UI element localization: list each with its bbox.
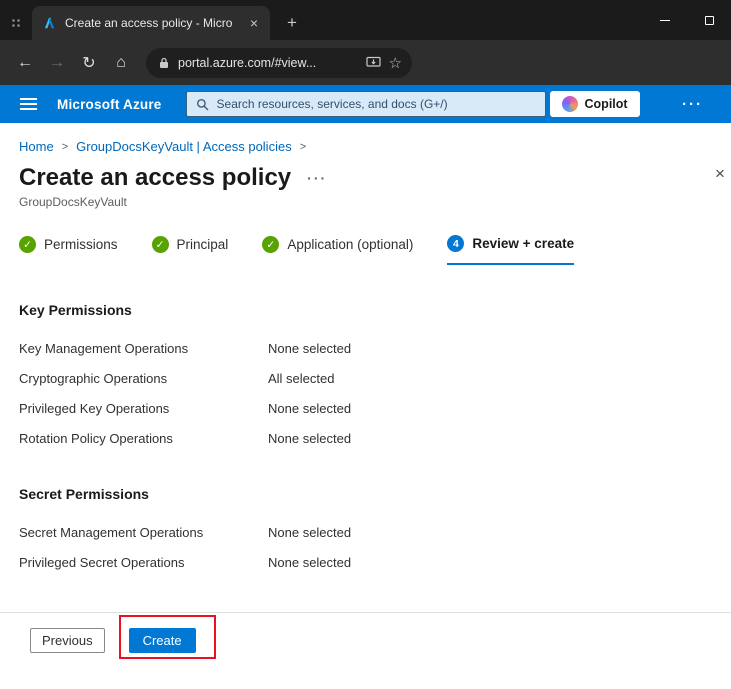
browser-tab[interactable]: Create an access policy - Micro × (32, 6, 270, 40)
permission-row: Secret Management Operations None select… (0, 525, 731, 541)
minimize-icon (660, 20, 670, 21)
permission-value: None selected (268, 555, 351, 571)
permission-value: None selected (268, 341, 351, 357)
favorite-star-icon[interactable]: ☆ (389, 54, 402, 72)
permission-row: Rotation Policy Operations None selected (0, 431, 731, 447)
site-info-icon[interactable] (158, 57, 170, 69)
portal-search-box[interactable] (186, 91, 546, 117)
maximize-icon (705, 16, 714, 25)
forward-icon[interactable]: → (42, 48, 72, 78)
search-input[interactable] (217, 97, 536, 111)
window-controls (643, 0, 731, 40)
address-bar[interactable]: portal.azure.com/#view... ☆ (146, 48, 412, 78)
permission-label: Privileged Secret Operations (19, 555, 268, 571)
tab-title: Create an access policy - Micro (65, 16, 237, 30)
hamburger-menu-icon[interactable] (20, 98, 37, 110)
home-icon[interactable]: ⌂ (106, 48, 136, 78)
tab-label: Application (optional) (287, 237, 413, 252)
permission-label: Rotation Policy Operations (19, 431, 268, 447)
tab-application[interactable]: ✓ Application (optional) (262, 235, 413, 265)
maximize-button[interactable] (687, 0, 731, 40)
tab-principal[interactable]: ✓ Principal (152, 235, 229, 265)
permission-label: Key Management Operations (19, 341, 268, 357)
blade-close-icon[interactable]: × (709, 164, 731, 184)
refresh-icon[interactable]: ↻ (74, 48, 104, 78)
page-header: Create an access policy ··· × (0, 154, 731, 192)
breadcrumb: Home > GroupDocsKeyVault | Access polici… (0, 123, 731, 154)
browser-toolbar: ← → ↻ ⌂ portal.azure.com/#view... ☆ (0, 40, 731, 85)
new-tab-button[interactable]: + (278, 9, 306, 37)
breadcrumb-separator: > (62, 141, 68, 153)
permission-value: All selected (268, 371, 334, 387)
title-more-icon[interactable]: ··· (307, 170, 327, 186)
permission-value: None selected (268, 525, 351, 541)
azure-top-bar: Microsoft Azure Copilot ··· (0, 85, 731, 123)
step-number-icon: 4 (447, 235, 464, 252)
permission-value: None selected (268, 401, 351, 417)
tab-label: Principal (177, 237, 229, 252)
page-subtitle: GroupDocsKeyVault (0, 195, 731, 209)
breadcrumb-home-link[interactable]: Home (19, 139, 54, 154)
breadcrumb-vault-link[interactable]: GroupDocsKeyVault | Access policies (76, 139, 292, 154)
footer-action-bar: Previous Create (0, 612, 731, 689)
permission-row: Cryptographic Operations All selected (0, 371, 731, 387)
page-title: Create an access policy (19, 164, 291, 192)
tab-label: Review + create (472, 236, 574, 251)
azure-brand[interactable]: Microsoft Azure (57, 97, 162, 112)
browser-titlebar: Create an access policy - Micro × + (0, 0, 731, 40)
copilot-label: Copilot (585, 97, 628, 111)
permission-label: Cryptographic Operations (19, 371, 268, 387)
tab-close-icon[interactable]: × (245, 14, 263, 32)
url-text[interactable]: portal.azure.com/#view... (178, 56, 358, 70)
copilot-button[interactable]: Copilot (550, 91, 640, 117)
tab-actions-menu-icon[interactable] (0, 6, 32, 40)
create-button[interactable]: Create (129, 628, 196, 653)
tab-label: Permissions (44, 237, 118, 252)
previous-button[interactable]: Previous (30, 628, 105, 653)
permission-row: Key Management Operations None selected (0, 341, 731, 357)
tab-review-create[interactable]: 4 Review + create (447, 235, 574, 265)
portal-more-icon[interactable]: ··· (682, 96, 703, 113)
minimize-button[interactable] (643, 0, 687, 40)
check-circle-icon: ✓ (152, 236, 169, 253)
search-icon (196, 98, 209, 111)
permission-value: None selected (268, 431, 351, 447)
section-heading-key-permissions: Key Permissions (0, 302, 731, 318)
section-heading-secret-permissions: Secret Permissions (0, 486, 731, 502)
breadcrumb-separator: > (300, 141, 306, 153)
wizard-tabs: ✓ Permissions ✓ Principal ✓ Application … (0, 209, 731, 265)
permission-label: Privileged Key Operations (19, 401, 268, 417)
check-circle-icon: ✓ (19, 236, 36, 253)
permission-row: Privileged Key Operations None selected (0, 401, 731, 417)
check-circle-icon: ✓ (262, 236, 279, 253)
send-to-device-icon[interactable] (366, 56, 381, 69)
permission-label: Secret Management Operations (19, 525, 268, 541)
copilot-icon (562, 96, 578, 112)
back-icon[interactable]: ← (10, 48, 40, 78)
tab-permissions[interactable]: ✓ Permissions (19, 235, 118, 265)
permission-row: Privileged Secret Operations None select… (0, 555, 731, 571)
azure-favicon-icon (42, 16, 57, 31)
